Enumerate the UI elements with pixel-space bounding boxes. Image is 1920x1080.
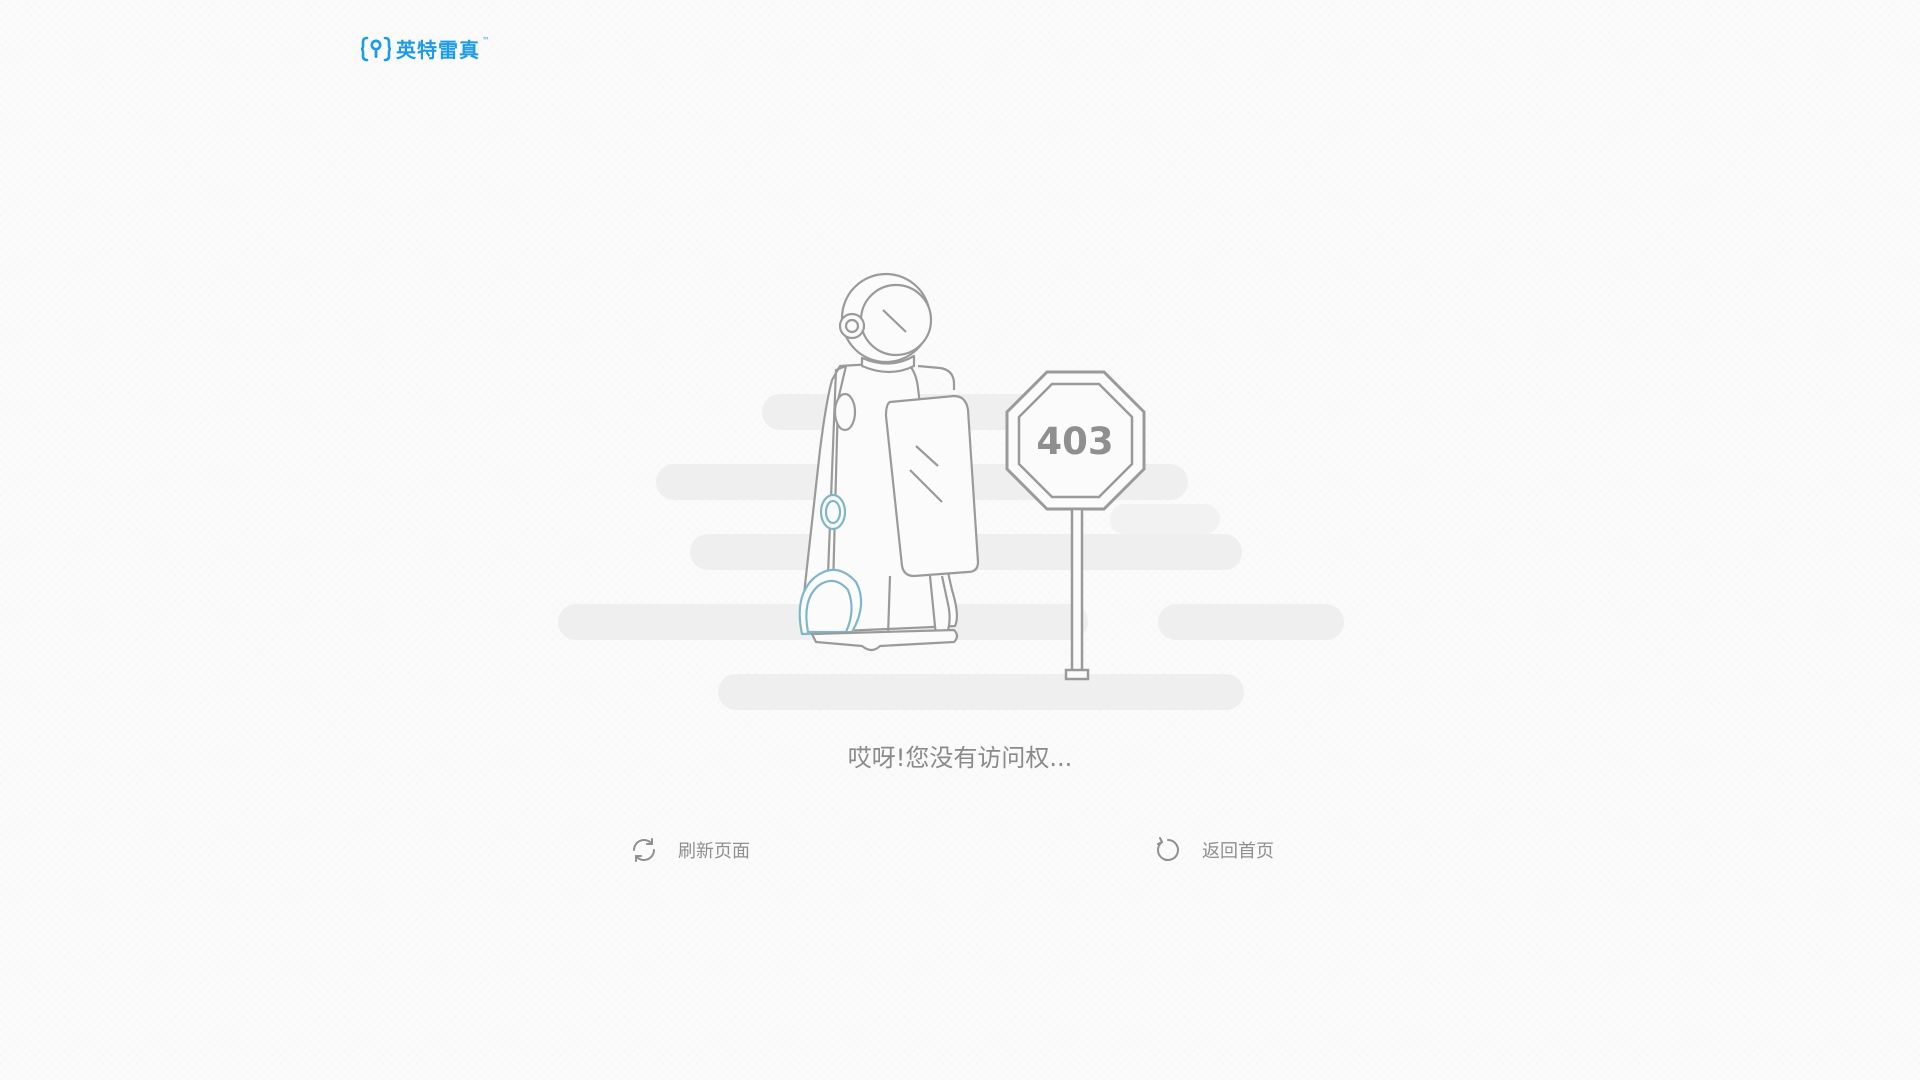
error-page: 英特雷真 ™ 403 哎呀!您没有访问权... 刷新页面 返回首页 — [0, 0, 1920, 1080]
error-code: 403 — [1036, 420, 1113, 463]
robot-stop-sign-illustration: 403 — [558, 272, 1344, 710]
error-message: 哎呀!您没有访问权... — [847, 744, 1073, 772]
robot-figure — [798, 272, 980, 652]
brand-logo[interactable]: 英特雷真 ™ — [361, 34, 490, 63]
brand-bracket-mark-icon — [361, 36, 391, 61]
back-home-label: 返回首页 — [1202, 841, 1274, 862]
brand-name: 英特雷真 — [396, 38, 480, 62]
trademark-symbol: ™ — [482, 36, 490, 45]
back-home-button[interactable]: 返回首页 — [1154, 836, 1274, 864]
error-illustration: 403 — [550, 270, 1370, 720]
refresh-icon — [633, 838, 655, 862]
rotate-back-icon — [1157, 837, 1179, 861]
refresh-page-label: 刷新页面 — [678, 841, 750, 862]
refresh-page-button[interactable]: 刷新页面 — [630, 836, 750, 864]
